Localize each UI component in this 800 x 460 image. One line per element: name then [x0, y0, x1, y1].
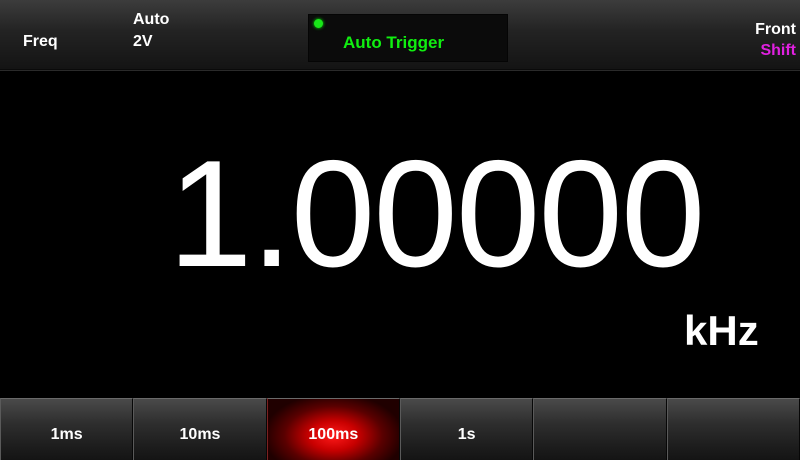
softkey-gate-10ms[interactable]: 10ms [133, 398, 267, 460]
range-mode-label: Auto [133, 11, 170, 28]
softkey-label: 1s [457, 426, 476, 443]
trigger-status: Auto Trigger [308, 14, 508, 62]
softkey-empty-5[interactable] [533, 398, 667, 460]
multimeter-screen: Freq Auto 2V Auto Trigger Front Shift 1.… [0, 0, 800, 460]
range-value-label: 2V [133, 33, 153, 50]
softkey-bar: 1ms 10ms 100ms 1s [0, 398, 800, 460]
status-bar: Freq Auto 2V Auto Trigger Front Shift [0, 0, 800, 71]
softkey-empty-6[interactable] [666, 398, 800, 460]
measurement-mode-label: Freq [23, 33, 58, 50]
softkey-gate-100ms[interactable]: 100ms [266, 398, 400, 460]
trigger-mode-label: Auto Trigger [343, 33, 445, 52]
terminal-indicator: Front [755, 21, 796, 38]
shift-indicator: Shift [760, 42, 796, 59]
status-dot-icon [314, 19, 323, 28]
softkey-label: 100ms [308, 426, 359, 443]
softkey-label: 1ms [50, 426, 83, 443]
measurement-value: 1.00000 [168, 129, 705, 299]
softkey-gate-1ms[interactable]: 1ms [0, 398, 134, 460]
softkey-label: 10ms [179, 426, 221, 443]
measurement-unit: kHz [684, 307, 759, 354]
softkey-gate-1s[interactable]: 1s [399, 398, 534, 460]
